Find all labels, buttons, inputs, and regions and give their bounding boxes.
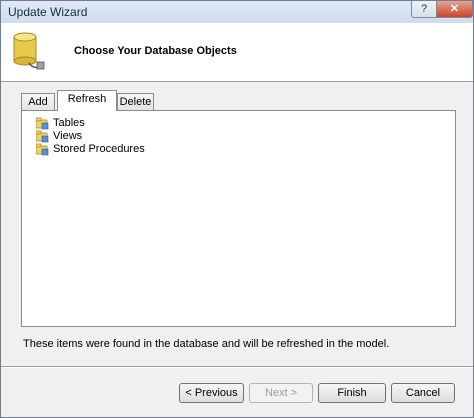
tab-add[interactable]: Add xyxy=(21,93,55,110)
cancel-button[interactable]: Cancel xyxy=(391,383,455,403)
update-wizard-window: Update Wizard ? ✕ Choose Your Database O… xyxy=(0,0,474,418)
objects-tree-panel: Tables Views Stored Procedures xyxy=(21,110,456,327)
folder-db-icon xyxy=(36,130,49,143)
info-text: These items were found in the database a… xyxy=(23,338,390,350)
folder-db-icon xyxy=(36,117,49,130)
title-bar[interactable]: Update Wizard ? ✕ xyxy=(1,1,473,23)
close-button[interactable]: ✕ xyxy=(436,1,473,18)
divider xyxy=(1,366,473,367)
wizard-header: Choose Your Database Objects xyxy=(1,23,473,82)
tree-item-label: Stored Procedures xyxy=(53,143,145,155)
tree-item-label: Tables xyxy=(53,117,85,129)
database-icon xyxy=(13,32,45,70)
tab-refresh[interactable]: Refresh xyxy=(57,90,117,111)
folder-db-icon xyxy=(36,143,49,156)
tab-delete[interactable]: Delete xyxy=(117,93,154,110)
window-title: Update Wizard xyxy=(8,5,88,19)
previous-button[interactable]: < Previous xyxy=(179,383,244,403)
next-button[interactable]: Next > xyxy=(249,383,313,403)
finish-button[interactable]: Finish xyxy=(318,383,386,403)
tree-item-label: Views xyxy=(53,130,83,142)
page-title: Choose Your Database Objects xyxy=(74,45,237,57)
help-button[interactable]: ? xyxy=(411,1,437,18)
